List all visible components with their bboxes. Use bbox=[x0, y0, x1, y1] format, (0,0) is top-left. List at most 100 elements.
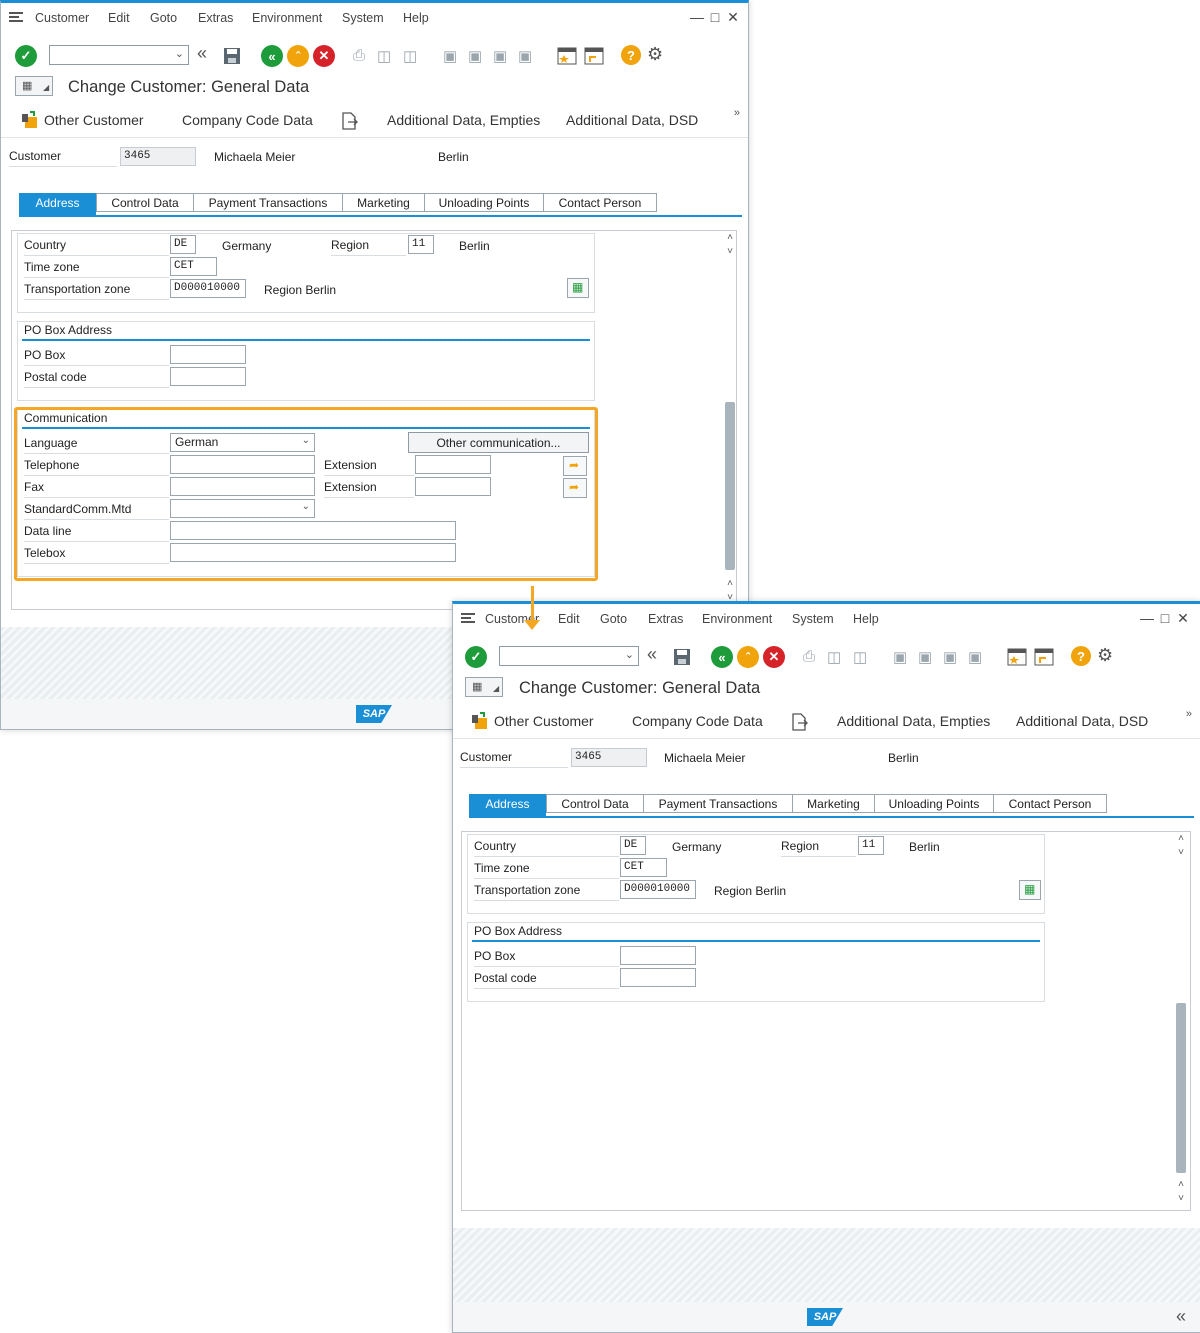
region-code-field[interactable]: 11 bbox=[408, 235, 434, 254]
title-menu-button[interactable]: ▦ ◢ bbox=[465, 677, 503, 697]
company-code-data-button[interactable]: Company Code Data bbox=[632, 713, 763, 729]
scroll-top-icon[interactable]: ˄ bbox=[1174, 833, 1188, 844]
additional-data-empties-button[interactable]: Additional Data, Empties bbox=[387, 112, 540, 128]
standard-toolbar: ✓ ⌄ « « ˆ ✕ ⎙ ◫ ◫ ▣ ▣ ▣ ▣ ? ⚙ bbox=[1, 39, 748, 73]
tab-payment-transactions[interactable]: Payment Transactions bbox=[193, 193, 343, 212]
settings-gear-icon[interactable]: ⚙ bbox=[1097, 645, 1113, 666]
scroll-down-icon[interactable]: ˄ bbox=[723, 578, 737, 589]
additional-data-empties-button[interactable]: Additional Data, Empties bbox=[837, 713, 990, 729]
scroll-up-icon[interactable]: ˅ bbox=[723, 246, 737, 257]
vertical-scrollbar[interactable]: ˄ ˅ ˄ ˅ bbox=[723, 232, 737, 608]
menu-extras[interactable]: Extras bbox=[198, 11, 233, 25]
postal-code-field[interactable] bbox=[170, 367, 246, 386]
menu-icon[interactable] bbox=[9, 12, 23, 22]
save-icon[interactable] bbox=[673, 648, 691, 666]
more-icon[interactable]: » bbox=[734, 107, 740, 119]
menu-environment[interactable]: Environment bbox=[252, 11, 322, 25]
menu-goto[interactable]: Goto bbox=[150, 11, 177, 25]
scroll-top-icon[interactable]: ˄ bbox=[723, 232, 737, 243]
tab-address[interactable]: Address bbox=[469, 794, 546, 816]
exit-icon[interactable]: ˆ bbox=[737, 646, 759, 668]
enter-check-icon[interactable]: ✓ bbox=[15, 45, 37, 67]
export-icon[interactable] bbox=[791, 713, 809, 731]
command-field[interactable]: ⌄ bbox=[499, 646, 639, 666]
maximize-icon[interactable]: □ bbox=[1157, 610, 1173, 626]
timezone-field[interactable]: CET bbox=[620, 858, 667, 877]
tab-marketing[interactable]: Marketing bbox=[342, 193, 425, 212]
menu-environment[interactable]: Environment bbox=[702, 612, 772, 626]
po-box-field[interactable] bbox=[620, 946, 696, 965]
close-window-icon[interactable]: ✕ bbox=[725, 9, 741, 26]
region-code-field[interactable]: 11 bbox=[858, 836, 884, 855]
create-session-icon[interactable] bbox=[1007, 648, 1027, 666]
tab-unloading-points[interactable]: Unloading Points bbox=[874, 794, 994, 813]
generate-shortcut-icon[interactable] bbox=[1034, 648, 1054, 666]
back-icon[interactable]: « bbox=[261, 45, 283, 67]
transportation-zone-field[interactable]: D000010000 bbox=[620, 880, 696, 899]
maximize-icon[interactable]: □ bbox=[707, 9, 723, 25]
save-icon[interactable] bbox=[223, 47, 241, 65]
tab-unloading-points[interactable]: Unloading Points bbox=[424, 193, 544, 212]
menu-system[interactable]: System bbox=[792, 612, 834, 626]
menu-goto[interactable]: Goto bbox=[600, 612, 627, 626]
enter-check-icon[interactable]: ✓ bbox=[465, 646, 487, 668]
command-field[interactable]: ⌄ bbox=[49, 45, 189, 65]
export-icon[interactable] bbox=[341, 112, 359, 130]
additional-data-dsd-button[interactable]: Additional Data, DSD bbox=[1016, 713, 1148, 729]
country-code-field[interactable]: DE bbox=[620, 836, 646, 855]
menu-customer[interactable]: Customer bbox=[35, 11, 89, 25]
timezone-field[interactable]: CET bbox=[170, 257, 217, 276]
menu-system[interactable]: System bbox=[342, 11, 384, 25]
tab-control-data[interactable]: Control Data bbox=[96, 193, 194, 212]
cancel-icon[interactable]: ✕ bbox=[763, 646, 785, 668]
tab-control-data[interactable]: Control Data bbox=[546, 794, 644, 813]
scroll-bottom-icon[interactable]: ˅ bbox=[1174, 1193, 1188, 1204]
scroll-down-icon[interactable]: ˄ bbox=[1174, 1179, 1188, 1190]
scroll-up-icon[interactable]: ˅ bbox=[1174, 847, 1188, 858]
other-customer-button[interactable]: Other Customer bbox=[44, 112, 144, 128]
tab-payment-transactions[interactable]: Payment Transactions bbox=[643, 794, 793, 813]
previous-page-icon: ▣ bbox=[468, 48, 483, 65]
double-back-icon[interactable]: « bbox=[197, 43, 207, 64]
transportation-zone-desc: Region Berlin bbox=[264, 283, 337, 297]
collapse-statusbar-icon[interactable]: « bbox=[1176, 1306, 1186, 1327]
menu-edit[interactable]: Edit bbox=[108, 11, 130, 25]
menu-help[interactable]: Help bbox=[853, 612, 879, 626]
menu-extras[interactable]: Extras bbox=[648, 612, 683, 626]
title-menu-button[interactable]: ▦ ◢ bbox=[15, 76, 53, 96]
scrollbar-thumb[interactable] bbox=[1176, 1003, 1186, 1173]
other-customer-button[interactable]: Other Customer bbox=[494, 713, 594, 729]
postal-code-field[interactable] bbox=[620, 968, 696, 987]
more-icon[interactable]: » bbox=[1186, 708, 1192, 720]
additional-data-dsd-button[interactable]: Additional Data, DSD bbox=[566, 112, 698, 128]
scrollbar-thumb[interactable] bbox=[725, 402, 735, 570]
double-back-icon[interactable]: « bbox=[647, 644, 657, 665]
tab-marketing[interactable]: Marketing bbox=[792, 794, 875, 813]
menu-icon[interactable] bbox=[461, 613, 475, 623]
company-code-data-button[interactable]: Company Code Data bbox=[182, 112, 313, 128]
close-window-icon[interactable]: ✕ bbox=[1175, 610, 1191, 627]
vertical-scrollbar[interactable]: ˄ ˅ ˄ ˅ bbox=[1174, 833, 1188, 1209]
help-icon[interactable]: ? bbox=[621, 45, 641, 65]
map-button[interactable]: ▦ bbox=[1019, 880, 1041, 900]
settings-gear-icon[interactable]: ⚙ bbox=[647, 44, 663, 65]
exit-icon[interactable]: ˆ bbox=[287, 45, 309, 67]
cancel-icon[interactable]: ✕ bbox=[313, 45, 335, 67]
create-session-icon[interactable] bbox=[557, 47, 577, 65]
help-icon[interactable]: ? bbox=[1071, 646, 1091, 666]
tab-contact-person[interactable]: Contact Person bbox=[543, 193, 657, 212]
menu-edit[interactable]: Edit bbox=[558, 612, 580, 626]
tab-contact-person[interactable]: Contact Person bbox=[993, 794, 1107, 813]
menu-help[interactable]: Help bbox=[403, 11, 429, 25]
transportation-zone-label: Transportation zone bbox=[24, 279, 169, 300]
minimize-icon[interactable]: — bbox=[1139, 610, 1155, 626]
country-code-field[interactable]: DE bbox=[170, 235, 196, 254]
generate-shortcut-icon[interactable] bbox=[584, 47, 604, 65]
minimize-icon[interactable]: — bbox=[689, 9, 705, 25]
back-icon[interactable]: « bbox=[711, 646, 733, 668]
tab-address[interactable]: Address bbox=[19, 193, 96, 215]
po-box-field[interactable] bbox=[170, 345, 246, 364]
map-button[interactable]: ▦ bbox=[567, 278, 589, 298]
transportation-zone-field[interactable]: D000010000 bbox=[170, 279, 246, 298]
sap-logo: SAP bbox=[807, 1308, 843, 1326]
